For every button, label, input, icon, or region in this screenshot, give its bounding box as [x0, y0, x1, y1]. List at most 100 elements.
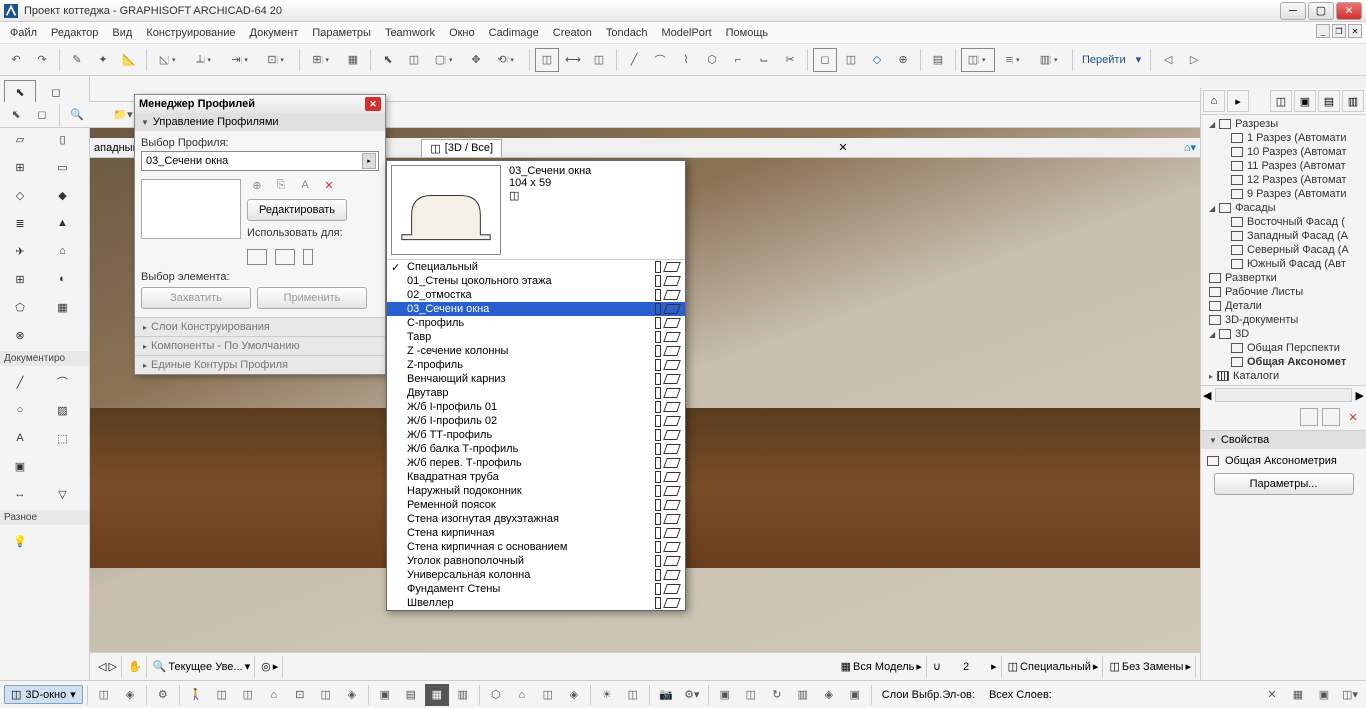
line-tool[interactable]: ╱: [622, 48, 646, 72]
undo-button[interactable]: ↶: [4, 48, 28, 72]
dropdown-item[interactable]: Ж/б балка Т-профиль: [387, 442, 685, 456]
zone-tool[interactable]: ▦: [47, 295, 79, 319]
nav-fwd-button[interactable]: ▷: [1182, 48, 1206, 72]
nav-mode-1[interactable]: ⌂: [1203, 90, 1225, 112]
lasso-tool[interactable]: ◇: [865, 48, 889, 72]
profile-select[interactable]: 03_Сечени окна ▸: [141, 151, 379, 171]
bt-23[interactable]: ◈: [817, 684, 841, 706]
menu-window[interactable]: Окно: [443, 25, 481, 41]
dropdown-item[interactable]: Двутавр: [387, 386, 685, 400]
orbit-icon[interactable]: ◎: [261, 660, 271, 673]
dropdown-item[interactable]: 03_Сечени окна: [387, 302, 685, 316]
bt-14[interactable]: ⬡: [484, 684, 508, 706]
use-column-icon[interactable]: [303, 249, 313, 265]
arrow-tool[interactable]: ⬉: [4, 80, 36, 104]
delete-view-icon[interactable]: ✕: [1344, 408, 1362, 426]
dropdown-item[interactable]: Квадратная труба: [387, 470, 685, 484]
figure-tool[interactable]: ▣: [4, 454, 36, 478]
group-button[interactable]: ◫: [535, 48, 559, 72]
menu-modelport[interactable]: ModelPort: [656, 25, 718, 41]
wall-tool[interactable]: ▱: [4, 127, 36, 151]
menu-editor[interactable]: Редактор: [45, 25, 104, 41]
bt-end-2[interactable]: ▦: [1286, 684, 1310, 706]
dropdown-item[interactable]: Тавр: [387, 330, 685, 344]
dropdown-item[interactable]: Ременной поясок: [387, 498, 685, 512]
camera-tool[interactable]: [47, 529, 79, 553]
noreplace-label[interactable]: Без Замены: [1122, 661, 1184, 673]
display-tool[interactable]: ▥▾: [1033, 48, 1067, 72]
dropdown-item[interactable]: Ж/б I-профиль 02: [387, 414, 685, 428]
window-3d-button[interactable]: ◫3D-окно▾: [4, 685, 83, 704]
geometry-tool[interactable]: ◺▾: [152, 48, 186, 72]
menu-help[interactable]: Помощь: [720, 25, 775, 41]
nav-tab-1[interactable]: ◫: [1270, 90, 1292, 112]
move-button[interactable]: ✥: [464, 48, 488, 72]
bt-17[interactable]: ◈: [562, 684, 586, 706]
level-tool[interactable]: ▽: [47, 482, 79, 506]
navigator-tree[interactable]: ◢Разрезы 1 Разрез (Автомати 10 Разрез (А…: [1201, 115, 1366, 385]
bt-end-3[interactable]: ▣: [1312, 684, 1336, 706]
drawing-tool[interactable]: [47, 454, 79, 478]
dropdown-item[interactable]: Ж/б ТТ-профиль: [387, 428, 685, 442]
morph-tool[interactable]: ◐: [47, 267, 79, 291]
bt-16[interactable]: ◫: [536, 684, 560, 706]
rotate-tool[interactable]: ⟲▾: [490, 48, 524, 72]
mesh-tool[interactable]: ▲: [47, 211, 79, 235]
zoom-icon[interactable]: 🔍: [153, 660, 167, 673]
dup-profile-icon[interactable]: ⎘: [271, 175, 291, 195]
use-beam-icon[interactable]: [275, 249, 295, 265]
dropdown-item[interactable]: Стена изогнутая двухэтажная: [387, 512, 685, 526]
arrow-select-tool[interactable]: ⬉: [4, 103, 28, 127]
dropdown-item[interactable]: Ж/б I-профиль 01: [387, 400, 685, 414]
use-wall-icon[interactable]: [247, 249, 267, 265]
box-tool[interactable]: ▢▾: [428, 48, 462, 72]
shell-tool[interactable]: ⌂: [47, 239, 79, 263]
circle-tool[interactable]: ○: [4, 398, 36, 422]
grid-elem-tool[interactable]: ⊗: [4, 323, 36, 347]
h-scrollbar[interactable]: [1215, 388, 1351, 402]
measure-button[interactable]: 📐: [117, 48, 141, 72]
grid-tool[interactable]: ⊞▾: [305, 48, 339, 72]
components-section[interactable]: ▸Компоненты - По Умолчанию: [135, 336, 385, 355]
dropdown-item[interactable]: Наружный подоконник: [387, 484, 685, 498]
goto-arrow[interactable]: ▾: [1132, 53, 1146, 66]
special-label[interactable]: Специальный: [1020, 661, 1091, 673]
slab-tool[interactable]: ◇: [4, 183, 36, 207]
dropdown-item[interactable]: Специальный✓: [387, 260, 685, 274]
wand-button[interactable]: ✦: [91, 48, 115, 72]
window-tool[interactable]: ⊞: [4, 155, 36, 179]
label-tool[interactable]: ⬚: [47, 426, 79, 450]
menu-tondach[interactable]: Tondach: [600, 25, 654, 41]
offset-tool[interactable]: ⇥▾: [224, 48, 258, 72]
layer-tool[interactable]: ≡▾: [997, 48, 1031, 72]
bt-3[interactable]: ⚙: [151, 684, 175, 706]
tab-close-button[interactable]: ✕: [834, 141, 851, 154]
curve-tool[interactable]: ⌇: [674, 48, 698, 72]
select-tool[interactable]: ◻: [40, 80, 72, 104]
rename-profile-icon[interactable]: A: [295, 175, 315, 195]
object-tool[interactable]: ⬠: [4, 295, 36, 319]
dropdown-item[interactable]: Универсальная колонна: [387, 568, 685, 582]
redo-button[interactable]: ↷: [30, 48, 54, 72]
lamp-tool[interactable]: 💡: [4, 529, 36, 553]
scroll-l-icon[interactable]: ◁: [98, 660, 106, 673]
menu-file[interactable]: Файл: [4, 25, 43, 41]
bt-4[interactable]: ◫: [210, 684, 234, 706]
arc-tool2[interactable]: ⌒: [47, 370, 79, 394]
maximize-button[interactable]: ▢: [1308, 2, 1334, 20]
marquee-select-tool[interactable]: ◻: [30, 103, 54, 127]
menu-creaton[interactable]: Creaton: [547, 25, 598, 41]
contours-section[interactable]: ▸Единые Контуры Профиля: [135, 355, 385, 374]
dropdown-item[interactable]: 02_отмостка: [387, 288, 685, 302]
intersect-tool[interactable]: ⊡▾: [260, 48, 294, 72]
dropdown-item[interactable]: Ж/б перев. Т-профиль: [387, 456, 685, 470]
zoom-plus-button[interactable]: 🔍: [65, 103, 89, 127]
bt-20[interactable]: ▣: [713, 684, 737, 706]
capture-button[interactable]: Захватить: [141, 287, 251, 309]
pick-tool-button[interactable]: ✎: [65, 48, 89, 72]
dropdown-item[interactable]: Уголок равнополочный: [387, 554, 685, 568]
selection-tool[interactable]: ◻: [813, 48, 837, 72]
extend-tool[interactable]: ⊕: [891, 48, 915, 72]
menu-cadimage[interactable]: Cadimage: [483, 25, 545, 41]
dim-button[interactable]: ⟷: [561, 48, 585, 72]
